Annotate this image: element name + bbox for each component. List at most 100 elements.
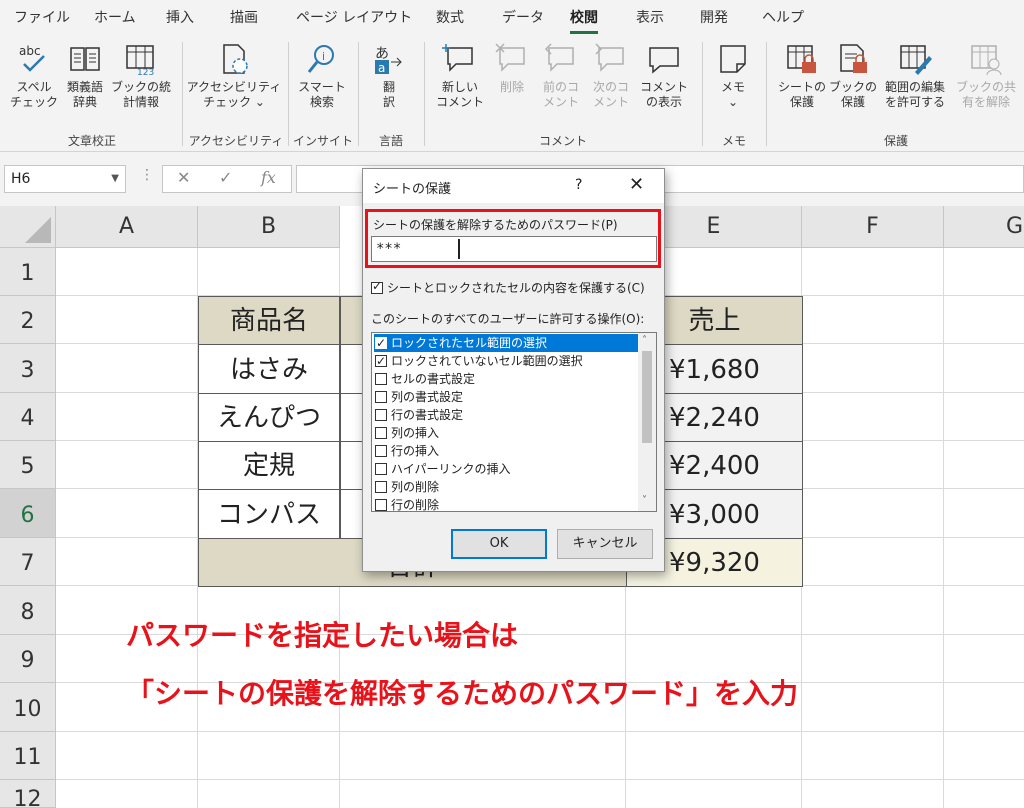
row-header-10[interactable]: 10 xyxy=(0,683,56,732)
memo-button[interactable]: メモ ⌄ xyxy=(710,42,756,110)
tab-page-layout[interactable]: ページ レイアウト xyxy=(296,0,412,36)
select-all-corner[interactable] xyxy=(0,206,56,248)
row-header-2[interactable]: 2 xyxy=(0,296,56,344)
checkbox-icon[interactable] xyxy=(375,391,387,403)
help-icon[interactable]: ? xyxy=(575,177,582,193)
tab-home[interactable]: ホーム xyxy=(94,0,136,36)
allow-edit-ranges-button[interactable]: 範囲の編集 を許可する xyxy=(878,42,952,110)
show-comments-icon xyxy=(649,47,679,74)
new-comment-button[interactable]: 新しい コメント xyxy=(430,42,490,110)
tab-formulas[interactable]: 数式 xyxy=(436,0,464,36)
list-item[interactable]: ハイパーリンクの挿入 xyxy=(374,460,638,478)
ribbon-separator xyxy=(182,42,183,146)
more-icon: ⋮ xyxy=(140,167,154,183)
tab-insert[interactable]: 挿入 xyxy=(166,0,194,36)
list-scrollbar[interactable]: ˄ ˅ xyxy=(638,333,656,511)
checkbox-icon[interactable] xyxy=(375,352,387,370)
tab-file[interactable]: ファイル xyxy=(14,0,70,36)
annotation-line-1: パスワードを指定したい場合は xyxy=(126,619,519,652)
column-header-b[interactable]: B xyxy=(198,206,340,248)
list-item[interactable]: 列の削除 xyxy=(374,478,638,496)
column-header-f[interactable]: F xyxy=(802,206,944,248)
allow-edit-ranges-icon xyxy=(900,45,932,75)
tab-help[interactable]: ヘルプ xyxy=(762,0,804,36)
protect-locked-cells-option[interactable]: シートとロックされたセルの内容を保護する(C) xyxy=(371,279,645,296)
row-header-7[interactable]: 7 xyxy=(0,538,56,586)
function-icon[interactable]: fx xyxy=(261,168,276,187)
thesaurus-button[interactable]: 類義語 辞典 xyxy=(60,42,110,110)
protect-workbook-button[interactable]: ブックの 保護 xyxy=(828,42,878,110)
list-item[interactable]: 行の書式設定 xyxy=(374,406,638,424)
svg-text:abc: abc xyxy=(19,44,41,58)
checkbox-icon[interactable] xyxy=(375,409,387,421)
row-header-12[interactable]: 12 xyxy=(0,780,56,808)
row-header-3[interactable]: 3 xyxy=(0,344,56,393)
list-item[interactable]: 行の挿入 xyxy=(374,442,638,460)
tab-developer[interactable]: 開発 xyxy=(700,0,728,36)
cancel-button[interactable]: キャンセル xyxy=(557,529,653,559)
close-icon[interactable]: ✕ xyxy=(629,174,644,195)
password-label: シートの保護を解除するためのパスワード(P) xyxy=(373,218,618,232)
column-header-g[interactable]: G xyxy=(944,206,1024,248)
check-icon[interactable]: ✓ xyxy=(219,168,232,187)
row-header-1[interactable]: 1 xyxy=(0,248,56,296)
password-input[interactable]: *** xyxy=(371,236,657,262)
translate-button[interactable]: あa 翻 訳 xyxy=(364,42,414,110)
spell-check-label: スペル チェック xyxy=(9,80,58,109)
row-header-4[interactable]: 4 xyxy=(0,393,56,441)
scrollbar-thumb[interactable] xyxy=(642,351,652,443)
scroll-up-icon[interactable]: ˄ xyxy=(642,335,647,346)
list-item[interactable]: ロックされていないセル範囲の選択 xyxy=(374,352,638,370)
tab-draw[interactable]: 描画 xyxy=(230,0,258,36)
checkbox-icon[interactable] xyxy=(375,334,387,352)
list-item[interactable]: 行の削除 xyxy=(374,496,638,511)
checkbox-icon[interactable] xyxy=(375,499,387,511)
list-item[interactable]: 列の挿入 xyxy=(374,424,638,442)
header-cell-product-name[interactable]: 商品名 xyxy=(198,296,340,345)
delete-comment-button[interactable]: 削除 xyxy=(490,42,534,95)
checkbox-icon[interactable] xyxy=(371,279,383,294)
chevron-down-icon[interactable]: ▼ xyxy=(111,166,119,192)
accessibility-check-button[interactable]: アクセシビリティ チェック ⌄ xyxy=(186,42,282,110)
allowed-actions-list[interactable]: ロックされたセル範囲の選択 ロックされていないセル範囲の選択 セルの書式設定 列… xyxy=(371,332,657,512)
protect-sheet-button[interactable]: シートの 保護 xyxy=(774,42,830,110)
spell-check-button[interactable]: abc スペル チェック xyxy=(8,42,60,110)
checkbox-icon[interactable] xyxy=(375,463,387,475)
row-header-11[interactable]: 11 xyxy=(0,732,56,780)
list-item[interactable]: 列の書式設定 xyxy=(374,388,638,406)
checkbox-icon[interactable] xyxy=(375,373,387,385)
row-header-8[interactable]: 8 xyxy=(0,586,56,635)
scroll-down-icon[interactable]: ˅ xyxy=(642,495,647,506)
cell-product-name[interactable]: はさみ xyxy=(198,344,340,394)
ok-button[interactable]: OK xyxy=(451,529,547,559)
cell-product-name[interactable]: えんぴつ xyxy=(198,393,340,442)
smart-lookup-icon: i xyxy=(307,45,334,73)
previous-comment-button[interactable]: 前のコ メント xyxy=(536,42,586,110)
checkbox-icon[interactable] xyxy=(375,445,387,457)
row-header-6[interactable]: 6 xyxy=(0,489,56,538)
workbook-statistics-button[interactable]: 123 ブックの統 計情報 xyxy=(110,42,172,110)
ribbon-separator xyxy=(288,42,289,146)
row-header-5[interactable]: 5 xyxy=(0,441,56,489)
unshare-workbook-button[interactable]: ブックの共 有を解除 xyxy=(954,42,1018,110)
tab-review[interactable]: 校閲 xyxy=(570,0,598,36)
column-header-a[interactable]: A xyxy=(56,206,198,248)
checkbox-icon[interactable] xyxy=(375,427,387,439)
list-item[interactable]: ロックされたセル範囲の選択 xyxy=(374,334,638,352)
smart-lookup-button[interactable]: i スマート 検索 xyxy=(292,42,352,110)
next-comment-button[interactable]: 次のコ メント xyxy=(586,42,636,110)
delete-comment-label: 削除 xyxy=(499,80,524,94)
cancel-icon[interactable]: ✕ xyxy=(177,168,190,187)
list-item[interactable]: セルの書式設定 xyxy=(374,370,638,388)
checkbox-icon[interactable] xyxy=(375,481,387,493)
tab-view[interactable]: 表示 xyxy=(636,0,664,36)
row-header-9[interactable]: 9 xyxy=(0,635,56,683)
cell-product-name[interactable]: コンパス xyxy=(198,489,340,539)
unshare-workbook-icon xyxy=(971,45,1002,76)
show-comments-button[interactable]: コメント の表示 xyxy=(636,42,692,110)
tab-data[interactable]: データ xyxy=(502,0,544,36)
ribbon-separator xyxy=(766,42,767,146)
annotation-line-2: 「シートの保護を解除するためのパスワード」を入力 xyxy=(126,677,799,710)
name-box[interactable]: H6 ▼ xyxy=(4,165,126,193)
cell-product-name[interactable]: 定規 xyxy=(198,441,340,490)
